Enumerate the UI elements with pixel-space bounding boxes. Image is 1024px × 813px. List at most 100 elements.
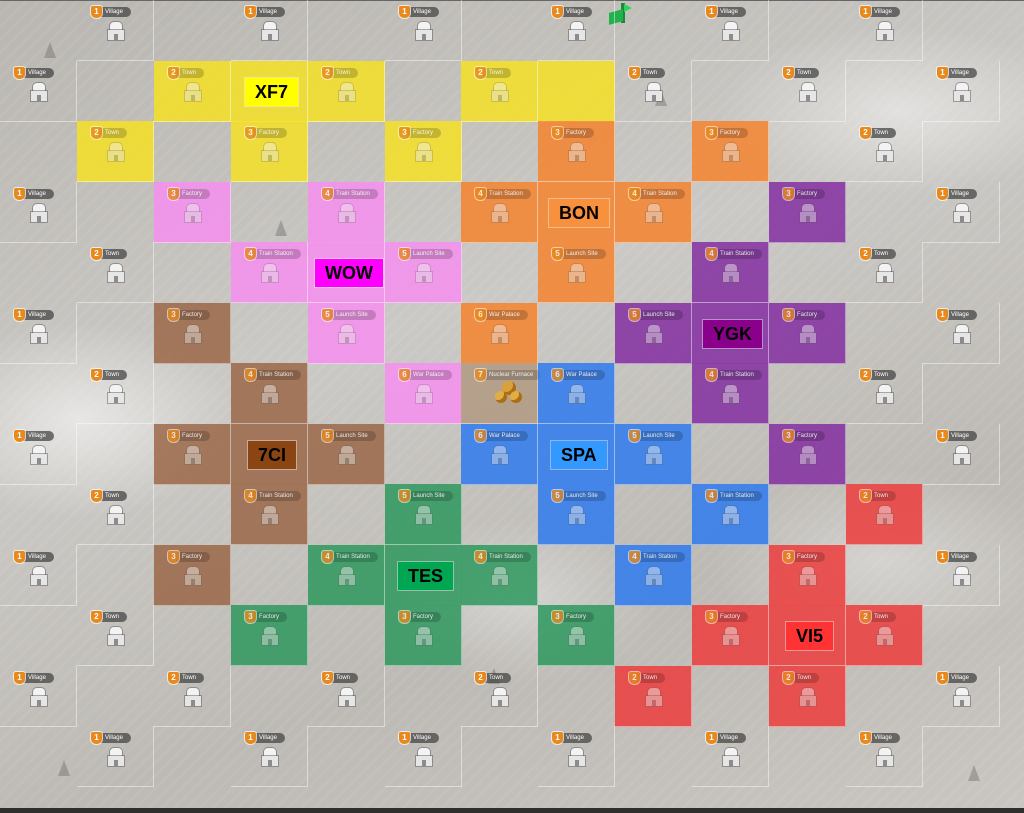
launch-site-tile[interactable]: 5 Launch Site (538, 242, 615, 303)
train-station-tile[interactable]: 4 Train Station (692, 363, 769, 424)
launch-site-tile[interactable]: 5 Launch Site (308, 424, 385, 485)
launch-site-tile[interactable]: 5 Launch Site (615, 303, 692, 364)
factory-tile[interactable]: 3 Factory (769, 424, 846, 485)
war-palace-tile[interactable]: 6 War Palace (461, 303, 538, 364)
village-tile[interactable]: 1 Village (0, 424, 77, 485)
town-tile[interactable]: 2 Town (846, 363, 923, 424)
village-tile[interactable]: 1 Village (846, 0, 923, 61)
alliance-tag[interactable]: XF7 (245, 78, 299, 106)
factory-tile[interactable]: 3 Factory (154, 182, 231, 243)
town-tile[interactable]: 2 Town (77, 363, 154, 424)
town-tile[interactable]: 2 Town (308, 666, 385, 727)
alliance-tag[interactable]: SPA (551, 441, 607, 469)
village-tile[interactable]: 1 Village (0, 545, 77, 606)
village-tile[interactable]: 1 Village (692, 0, 769, 61)
territory-tile[interactable] (538, 61, 615, 122)
town-tile[interactable]: 2 Town (461, 61, 538, 122)
town-tile[interactable]: 2 Town (77, 121, 154, 182)
factory-tile[interactable]: 3 Factory (769, 545, 846, 606)
factory-tile[interactable]: 3 Factory (769, 303, 846, 364)
launch-site-tile[interactable]: 5 Launch Site (615, 424, 692, 485)
train-station-tile[interactable]: 4 Train Station (692, 242, 769, 303)
train-station-tile[interactable]: 4 Train Station (461, 182, 538, 243)
village-tile[interactable]: 1 Village (923, 666, 1000, 727)
factory-tile[interactable]: 3 Factory (154, 545, 231, 606)
village-tile[interactable]: 1 Village (385, 0, 462, 61)
game-map[interactable]: 1 Village 1 Village 1 Village 1 Village 1 Village… (0, 0, 1024, 813)
village-tile[interactable]: 1 Village (0, 182, 77, 243)
train-station-tile[interactable]: 4 Train Station (461, 545, 538, 606)
factory-tile[interactable]: 3 Factory (538, 121, 615, 182)
tile-badge: 4 Train Station (629, 188, 685, 200)
building-icon (491, 204, 509, 222)
factory-tile[interactable]: 3 Factory (385, 121, 462, 182)
tile-badge: 2 Town (783, 67, 820, 79)
town-tile[interactable]: 2 Town (846, 484, 923, 545)
village-tile[interactable]: 1 Village (923, 182, 1000, 243)
war-palace-tile[interactable]: 6 War Palace (538, 363, 615, 424)
village-tile[interactable]: 1 Village (923, 61, 1000, 122)
alliance-tag[interactable]: TES (398, 562, 454, 590)
war-palace-tile[interactable]: 6 War Palace (385, 363, 462, 424)
town-tile[interactable]: 2 Town (154, 666, 231, 727)
train-station-tile[interactable]: 4 Train Station (308, 545, 385, 606)
village-tile[interactable]: 1 Village (923, 303, 1000, 364)
village-tile[interactable]: 1 Village (231, 726, 308, 787)
town-tile[interactable]: 2 Town (769, 666, 846, 727)
town-tile[interactable]: 2 Town (846, 242, 923, 303)
launch-site-tile[interactable]: 5 Launch Site (385, 484, 462, 545)
tile-badge: 5 Launch Site (322, 309, 376, 321)
factory-tile[interactable]: 3 Factory (769, 182, 846, 243)
town-tile[interactable]: 2 Town (846, 605, 923, 666)
alliance-tag[interactable]: YGK (703, 320, 763, 348)
town-tile[interactable]: 2 Town (77, 242, 154, 303)
village-tile[interactable]: 1 Village (231, 0, 308, 61)
village-tile[interactable]: 1 Village (846, 726, 923, 787)
village-tile[interactable]: 1 Village (692, 726, 769, 787)
town-tile[interactable]: 2 Town (846, 121, 923, 182)
train-station-tile[interactable]: 4 Train Station (231, 363, 308, 424)
factory-tile[interactable]: 3 Factory (231, 121, 308, 182)
village-tile[interactable]: 1 Village (538, 726, 615, 787)
village-tile[interactable]: 1 Village (77, 0, 154, 61)
factory-tile[interactable]: 3 Factory (385, 605, 462, 666)
town-tile[interactable]: 2 Town (615, 666, 692, 727)
town-tile[interactable]: 2 Town (769, 61, 846, 122)
factory-tile[interactable]: 3 Factory (231, 605, 308, 666)
train-station-tile[interactable]: 4 Train Station (615, 545, 692, 606)
train-station-tile[interactable]: 4 Train Station (231, 484, 308, 545)
village-tile[interactable]: 1 Village (538, 0, 615, 61)
alliance-tag[interactable]: WOW (315, 259, 383, 287)
war-palace-tile[interactable]: 6 War Palace (461, 424, 538, 485)
town-tile[interactable]: 2 Town (77, 484, 154, 545)
town-tile[interactable]: 2 Town (154, 61, 231, 122)
town-tile[interactable]: 2 Town (615, 61, 692, 122)
village-tile[interactable]: 1 Village (77, 726, 154, 787)
village-tile[interactable]: 1 Village (0, 666, 77, 727)
village-tile[interactable]: 1 Village (923, 424, 1000, 485)
train-station-tile[interactable]: 4 Train Station (231, 242, 308, 303)
factory-tile[interactable]: 3 Factory (692, 605, 769, 666)
factory-tile[interactable]: 3 Factory (154, 424, 231, 485)
building-icon (645, 567, 663, 585)
village-tile[interactable]: 1 Village (385, 726, 462, 787)
factory-tile[interactable]: 3 Factory (692, 121, 769, 182)
town-tile[interactable]: 2 Town (77, 605, 154, 666)
train-station-tile[interactable]: 4 Train Station (308, 182, 385, 243)
village-tile[interactable]: 1 Village (0, 61, 77, 122)
town-tile[interactable]: 2 Town (461, 666, 538, 727)
train-station-tile[interactable]: 4 Train Station (615, 182, 692, 243)
nuclear-furnace-tile[interactable]: 7 Nuclear Furnace (461, 363, 542, 424)
town-tile[interactable]: 2 Town (308, 61, 385, 122)
launch-site-tile[interactable]: 5 Launch Site (538, 484, 615, 545)
village-tile[interactable]: 1 Village (923, 545, 1000, 606)
factory-tile[interactable]: 3 Factory (538, 605, 615, 666)
alliance-tag[interactable]: VI5 (786, 622, 834, 650)
train-station-tile[interactable]: 4 Train Station (692, 484, 769, 545)
alliance-tag[interactable]: BON (549, 199, 609, 227)
launch-site-tile[interactable]: 5 Launch Site (308, 303, 385, 364)
factory-tile[interactable]: 3 Factory (154, 303, 231, 364)
alliance-tag[interactable]: 7CI (248, 441, 297, 469)
village-tile[interactable]: 1 Village (0, 303, 77, 364)
launch-site-tile[interactable]: 5 Launch Site (385, 242, 462, 303)
